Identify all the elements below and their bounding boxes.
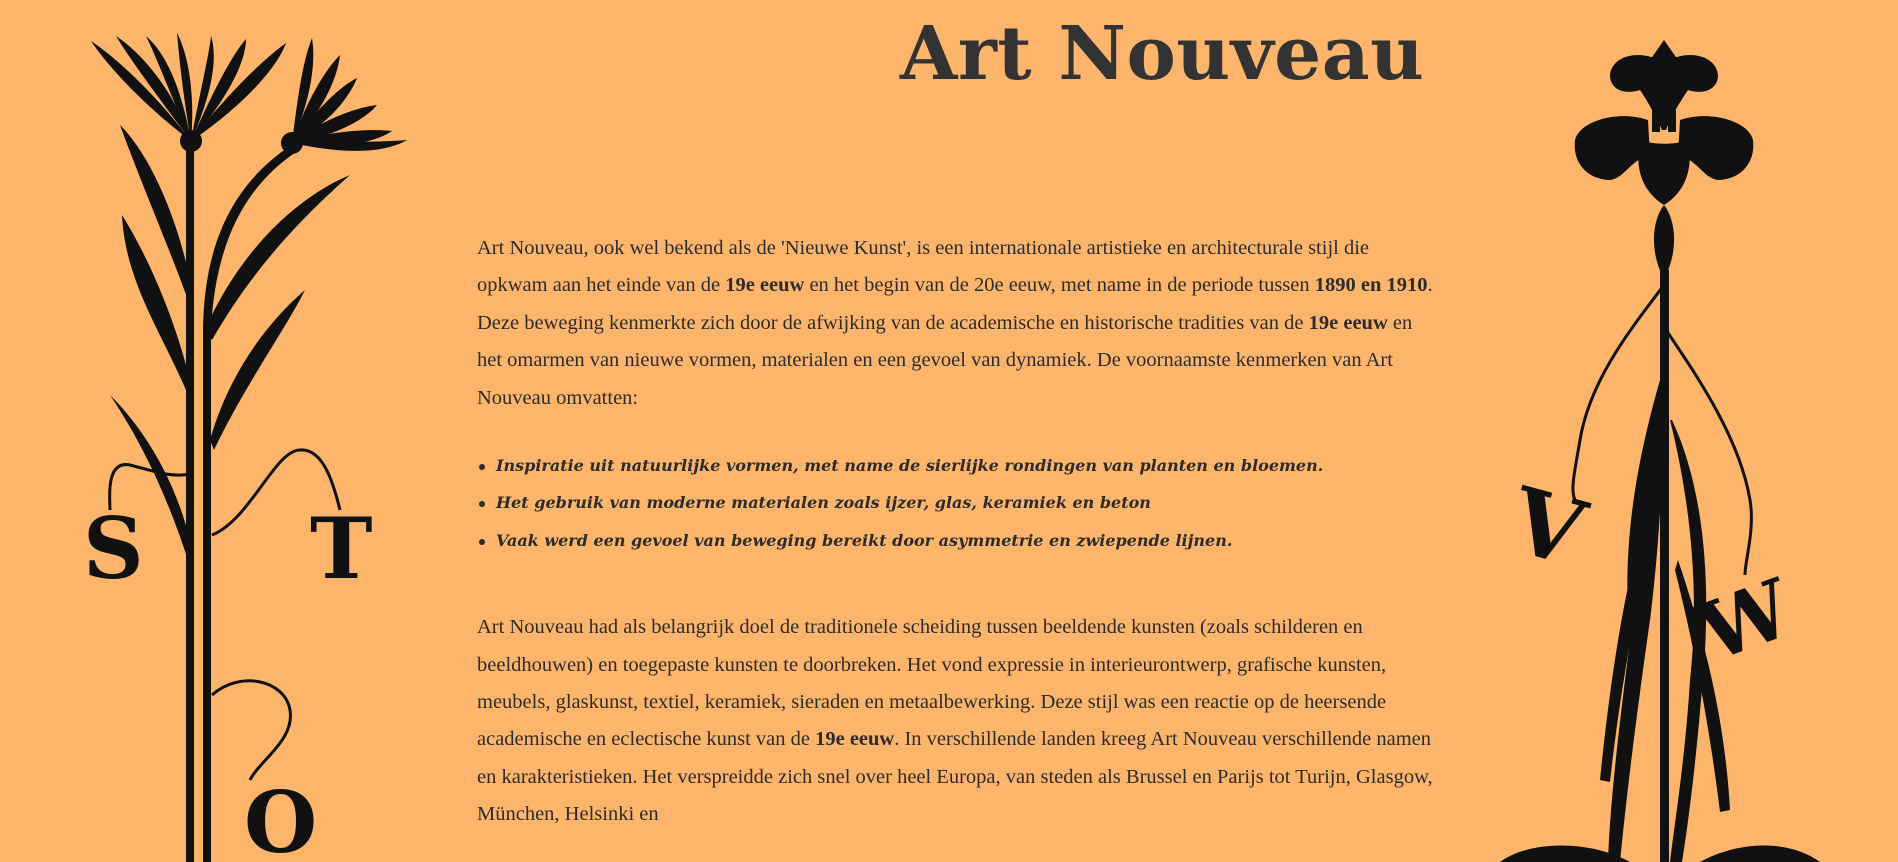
left-flower-head-icon	[91, 33, 286, 152]
right-iris-illustration: V W	[1500, 40, 1820, 862]
highlight-19e-eeuw: 19e eeuw	[725, 274, 805, 297]
left-flower-illustration: S T O	[83, 33, 407, 862]
list-item: Het gebruik van moderne materialen zoals…	[477, 484, 1437, 521]
letter-t-ornament: T	[310, 499, 373, 598]
features-list: Inspiratie uit natuurlijke vormen, met n…	[477, 447, 1437, 559]
highlight-19e-eeuw: 19e eeuw	[1308, 311, 1388, 334]
body-paragraph: Art Nouveau had als belangrijk doel de t…	[477, 616, 1433, 826]
list-item: Inspiratie uit natuurlijke vormen, met n…	[477, 447, 1437, 484]
iris-flower-icon	[1574, 40, 1754, 275]
highlight-19e-eeuw: 19e eeuw	[815, 728, 895, 751]
letter-v-ornament: V	[1500, 467, 1597, 588]
letter-o-ornament: O	[244, 773, 317, 862]
list-item: Vaak werd een gevoel van beweging bereik…	[477, 522, 1437, 559]
left-letters: S T O	[83, 499, 373, 862]
intro-paragraph: Art Nouveau, ook wel bekend als de 'Nieu…	[477, 237, 1433, 409]
page-title: Art Nouveau	[900, 11, 1425, 97]
right-flower-head-icon	[281, 38, 407, 154]
main-content: Art Nouveau, ook wel bekend als de 'Nieu…	[477, 230, 1437, 834]
highlight-period: 1890 en 1910	[1314, 274, 1428, 297]
letter-s-ornament: S	[83, 499, 144, 598]
